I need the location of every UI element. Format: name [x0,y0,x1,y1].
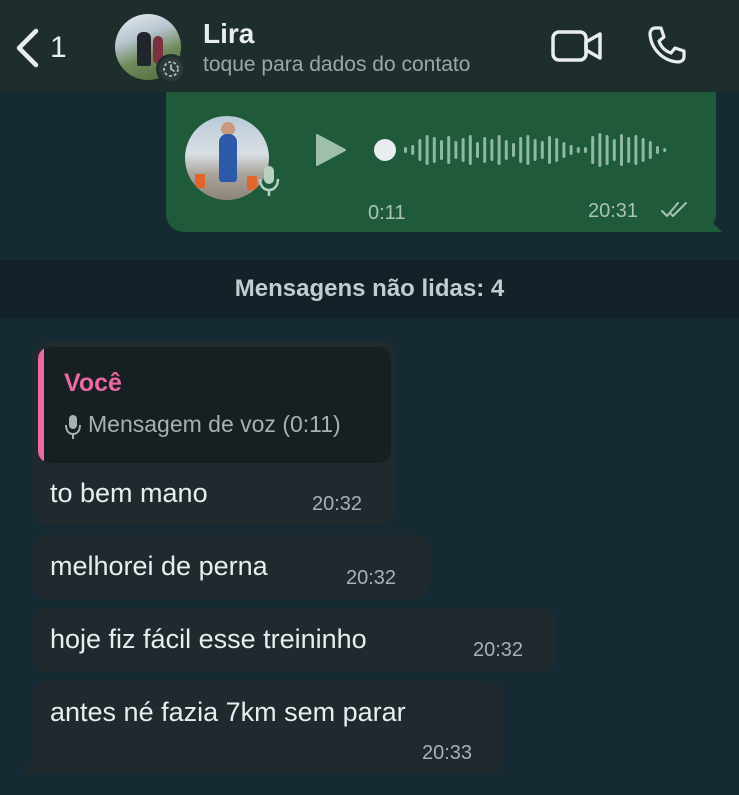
waveform-bar [648,141,652,159]
video-call-button[interactable] [551,28,603,64]
waveform-bar [519,137,523,163]
waveform-bar [605,135,609,165]
incoming-message[interactable]: hoje fiz fácil esse treininho 20:32 [32,608,556,672]
play-icon [316,134,346,166]
incoming-message[interactable]: antes né fazia 7km sem parar 20:33 [32,681,504,774]
waveform-bar [404,147,407,153]
waveform-bar [540,141,544,159]
message-text: melhorei de perna [50,551,268,581]
waveform-bar [504,140,508,160]
voice-waveform[interactable] [372,130,677,170]
unread-count: 1 [50,31,67,64]
waveform-bar [576,147,580,153]
phone-icon [648,26,686,64]
double-check-icon [660,200,690,220]
quote-accent-bar [38,347,44,463]
waveform-bar [411,145,415,155]
contact-name[interactable]: Lira [203,18,254,50]
waveform-bar [425,135,429,165]
waveform-bar [555,138,559,162]
contact-subtitle[interactable]: toque para dados do contato [203,53,470,77]
waveform-bar [440,140,443,160]
waveform-bar [562,142,566,158]
waveform-bar [454,141,458,159]
waveform-bar [432,137,436,163]
waveform-bar [656,146,659,154]
waveform-bar [447,136,451,164]
voice-call-button[interactable] [646,24,688,66]
playback-position-dot [374,139,396,161]
waveform-bar [598,133,602,167]
waveform-bar [476,142,479,158]
voice-duration: 0:11 [368,202,406,224]
waveform-bar [490,139,494,161]
chevron-left-icon [16,28,39,68]
mic-icon [256,163,282,199]
waveform-bar [512,143,515,157]
waveform-bar [569,145,573,155]
chat-header: 1 Lira toque para dados do contato [0,0,739,92]
waveform-bar [418,139,422,161]
quote-author: Você [64,369,122,397]
waveform-bar [663,148,667,152]
message-time: 20:32 [473,639,524,661]
unread-messages-banner: Mensagens não lidas: 4 [0,260,739,318]
waveform-bar [533,139,537,161]
waveform-bar [641,138,645,162]
waveform-bar [497,135,501,165]
waveform-bar [548,136,551,164]
mic-icon [64,413,82,441]
quoted-message[interactable]: Você Mensagem de voz (0:11) [38,347,391,463]
message-time: 20:31 [588,200,639,222]
video-call-icon [551,30,602,62]
message-text: to bem mano [50,478,208,508]
waveform-bar [461,138,465,162]
message-text: hoje fiz fácil esse treininho [50,624,367,654]
message-time: 20:33 [422,742,473,764]
waveform-bar [483,137,487,163]
back-button[interactable]: 1 [14,26,84,70]
waveform-bar [620,134,623,166]
waveform-bar [627,137,631,163]
play-button[interactable] [313,133,347,167]
waveform-bar [584,147,587,153]
message-time: 20:32 [312,493,363,515]
incoming-message[interactable]: melhorei de perna 20:32 [32,535,430,599]
waveform-bar [468,135,472,165]
waveform-bar [526,135,530,165]
message-text: antes né fazia 7km sem parar [50,697,406,727]
waveform-bar [591,136,595,164]
message-time: 20:32 [346,567,397,589]
status-clock-icon [156,54,186,84]
quote-text: Mensagem de voz (0:11) [88,411,341,437]
waveform-bar [634,135,638,165]
waveform-bar [612,139,616,161]
